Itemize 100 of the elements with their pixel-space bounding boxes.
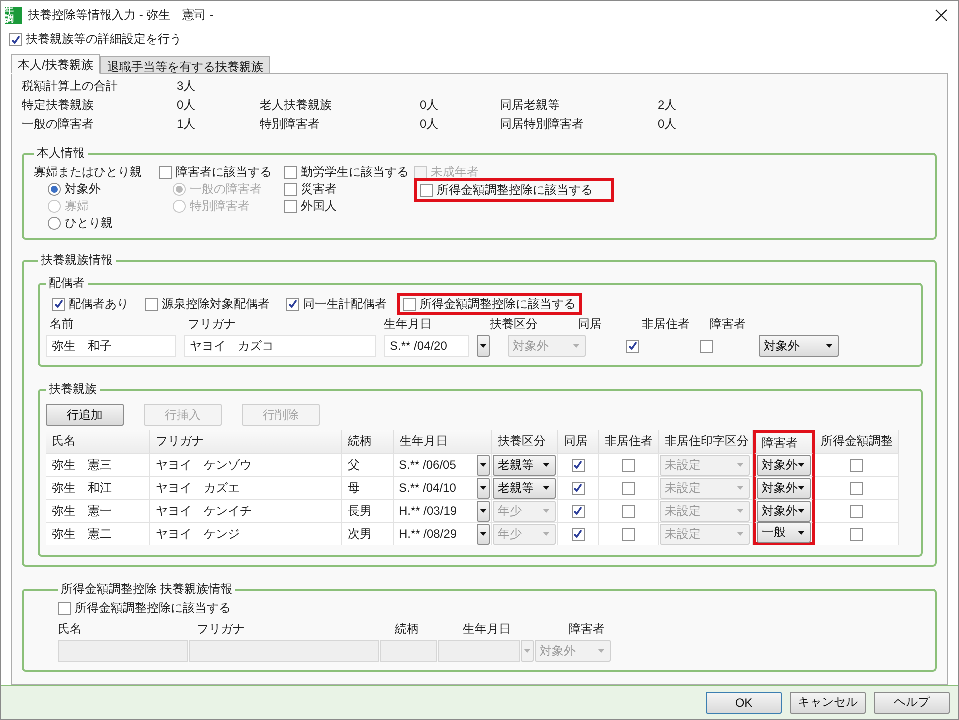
date-dropdown-button[interactable] [477,500,490,522]
column-header: 続柄 [342,430,394,453]
checkbox[interactable] [286,298,299,310]
tab[interactable]: 本人/扶養親族 [11,54,100,74]
dropdown[interactable]: 対象外 [757,454,811,476]
row-button[interactable]: 行追加 [46,404,124,426]
checkbox[interactable] [626,340,639,352]
summary-label: 同居老親等 [500,97,561,114]
date-dropdown-button[interactable] [477,524,490,544]
radio-button[interactable] [48,183,61,196]
dropdown[interactable]: 一般 [757,522,811,543]
column-label: フリガナ [187,316,237,333]
tab[interactable]: 退職手当等を有する扶養親族 [100,56,270,74]
caret-icon [543,532,550,536]
checkbox[interactable] [159,166,172,179]
table-cell: ヤヨイ ケンゾウ [150,453,342,476]
column-label: 続柄 [395,621,420,638]
checkbox-label[interactable]: 同一生計配偶者 [303,296,387,312]
checkbox[interactable] [420,184,433,196]
caret-icon [798,509,805,513]
checkbox[interactable] [622,482,635,494]
checkbox[interactable] [622,528,635,540]
group-title: 本人情報 [36,145,86,162]
checkbox[interactable] [572,504,584,518]
dropdown[interactable]: 対象外 [757,478,811,498]
name-field[interactable]: 弥生 和子 [46,335,176,357]
summary-label: 税額計算上の合計 [22,78,119,95]
caret-icon [480,532,487,536]
checkbox[interactable] [622,458,635,472]
column-label: 障害者 [710,316,747,333]
summary-value: 3人 [177,78,197,95]
checkbox-label[interactable]: 所得金額調整控除に該当する [75,600,231,617]
checkbox-label[interactable]: 所得金額調整控除に該当する [420,296,576,312]
close-button[interactable] [933,6,950,24]
checkbox[interactable] [58,602,71,615]
checkbox[interactable] [850,504,863,518]
dropdown[interactable]: 老親等 [493,454,556,476]
checkbox[interactable] [622,504,635,518]
checkbox-label[interactable]: 災害者 [301,181,337,198]
checkbox[interactable] [700,340,713,352]
checkbox-label[interactable]: 所得金額調整控除に該当する [437,182,593,198]
table-cell: ヤヨイ カズエ [150,476,342,499]
checkbox[interactable] [52,298,65,310]
window-title: 扶養控除等情報入力 - 弥生 憲司 - [28,6,215,24]
checkbox-label[interactable]: 外国人 [301,198,337,215]
column-label: 名前 [49,316,75,333]
dialog-button[interactable]: OK [706,692,782,714]
column-header: 同居 [558,430,599,453]
dropdown[interactable]: 老親等 [493,478,556,498]
checkbox[interactable] [850,482,863,494]
caret-icon [524,649,531,653]
relation-field[interactable] [380,640,437,662]
group-title: 配偶者 [48,275,86,292]
summary-value: 1人 [177,116,197,133]
checkbox[interactable] [572,528,584,540]
date-field[interactable] [438,640,520,662]
checkbox-label[interactable]: 扶養親族等の詳細設定を行う [26,31,182,48]
caret-icon [598,649,605,653]
summary-value: 2人 [658,97,678,114]
dropdown[interactable]: 対象外 [757,500,811,522]
summary-label: 老人扶養親族 [260,97,333,114]
checkbox-label[interactable]: 障害者に該当する [176,164,272,181]
checkbox-label[interactable]: 源泉控除対象配偶者 [162,296,270,312]
kana-field[interactable]: ヤヨイ カズコ [184,335,376,357]
radio-button[interactable] [48,217,61,230]
summary-value: 0人 [658,116,678,133]
checkbox[interactable] [403,298,416,310]
checkbox[interactable] [284,183,297,196]
dialog-button[interactable]: キャンセル [790,692,866,714]
checkbox[interactable] [284,166,297,179]
caret-icon [798,486,805,490]
column-label: 非居住者 [642,316,691,333]
checkbox[interactable] [572,482,584,494]
checkbox[interactable] [850,458,863,472]
checkbox-label[interactable]: 勤労学生に該当する [301,164,409,181]
date-dropdown-button[interactable] [477,335,490,357]
caret-icon [480,463,487,467]
caret-icon [543,509,550,513]
checkbox[interactable] [284,200,297,213]
name-field[interactable] [58,640,188,662]
checkbox[interactable] [9,33,22,46]
date-field[interactable]: S.** /04/20 [384,335,469,357]
dropdown[interactable]: 対象外 [759,335,839,357]
summary-label: 特別障害者 [260,116,321,133]
radio-label[interactable]: ひとり親 [65,215,113,232]
caret-icon [480,486,487,490]
kana-field[interactable] [189,640,379,662]
date-dropdown-button[interactable] [477,454,490,476]
checkbox-label[interactable]: 配偶者あり [69,296,129,312]
dialog-button[interactable]: ヘルプ [874,692,950,714]
caret-icon [798,463,805,467]
caret-icon [798,530,805,534]
option-label: 寡婦またはひとり親 [34,164,143,181]
caret-icon [737,509,744,513]
column-header: 扶養区分 [492,430,558,453]
checkbox[interactable] [572,458,584,472]
checkbox[interactable] [145,298,158,310]
radio-label[interactable]: 対象外 [65,181,101,198]
checkbox[interactable] [850,528,863,540]
date-dropdown-button[interactable] [477,478,490,498]
